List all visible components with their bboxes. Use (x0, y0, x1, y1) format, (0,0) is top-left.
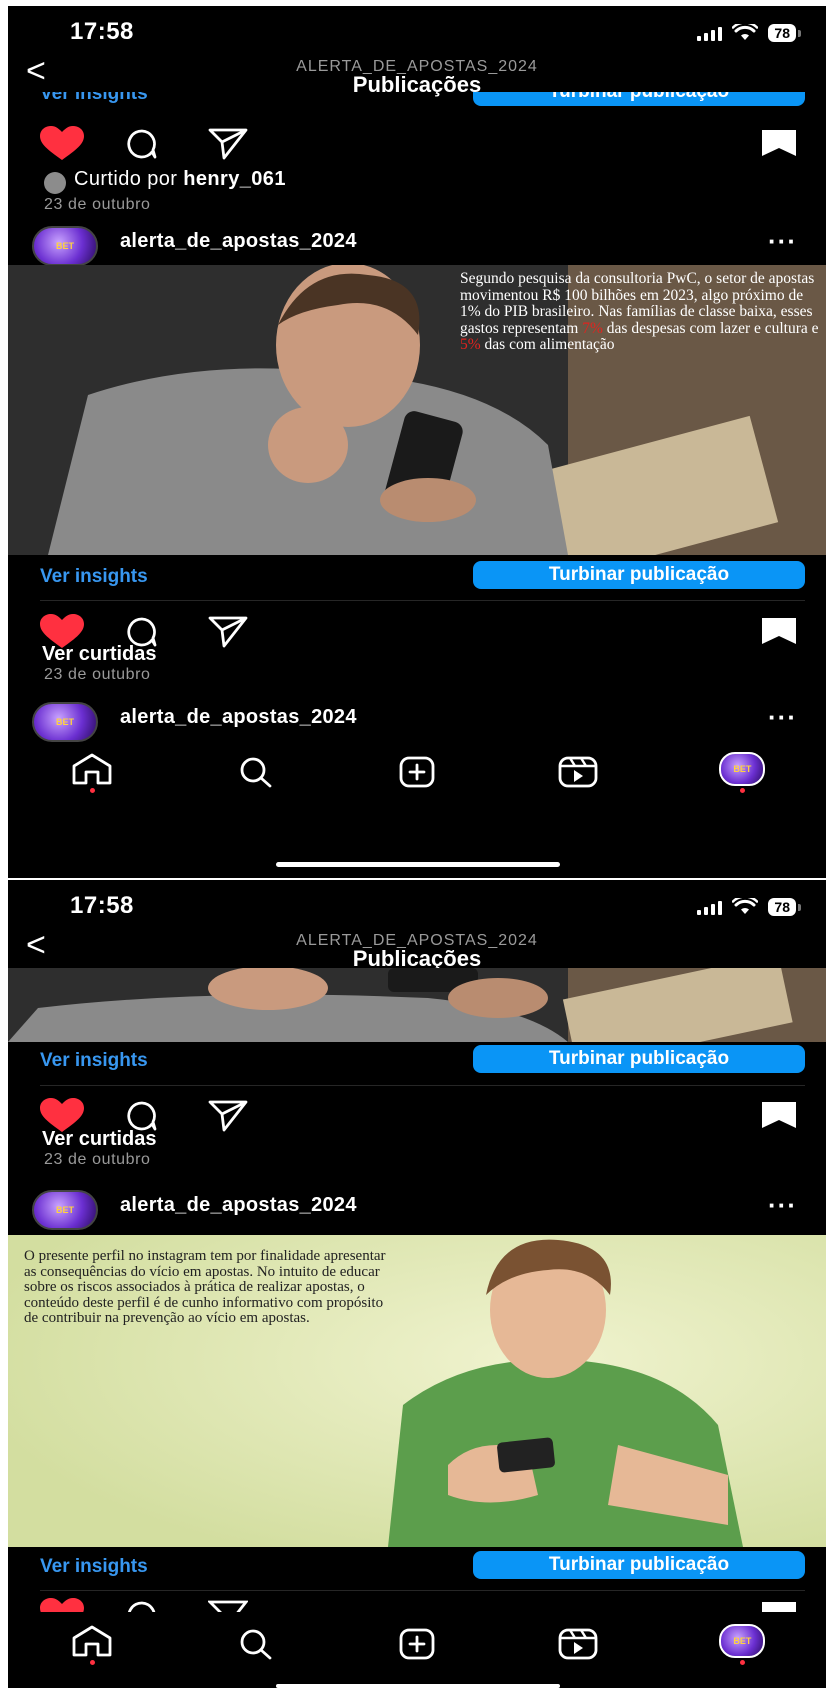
post-photo-illustration (8, 968, 826, 1042)
post-image[interactable]: O presente perfil no instagram tem por f… (8, 1235, 826, 1547)
post-username[interactable]: alerta_de_apostas_2024 (120, 1194, 357, 1217)
bookmark-icon[interactable] (760, 616, 798, 646)
send-icon[interactable] (208, 126, 248, 162)
divider (40, 1590, 805, 1591)
reels-icon[interactable] (556, 755, 600, 789)
comment-icon[interactable] (126, 128, 158, 160)
post-avatar[interactable]: BET (32, 226, 98, 266)
status-time: 17:58 (70, 892, 134, 919)
send-icon[interactable] (208, 1598, 248, 1612)
battery-indicator: 78 (768, 898, 801, 916)
boost-button[interactable]: Turbinar publicação (473, 1551, 805, 1579)
signal-icon (697, 899, 723, 915)
home-indicator (276, 862, 560, 867)
overlay-red-1: 7% (582, 319, 603, 337)
overlay-text-part3: das com alimentação (480, 336, 615, 353)
overlay-red-2: 5% (460, 336, 481, 353)
liked-by-text: Curtido por henry_061 (74, 168, 286, 191)
partial-action-row (8, 1598, 826, 1612)
create-icon[interactable] (395, 1627, 439, 1661)
post-avatar[interactable]: BET (32, 702, 98, 742)
profile-avatar: BET (719, 752, 766, 786)
bookmark-icon[interactable] (760, 1100, 798, 1130)
insights-link[interactable]: Ver insights (40, 1050, 148, 1072)
notification-dot (740, 1660, 746, 1665)
notification-dot (89, 788, 95, 793)
wifi-icon (732, 898, 759, 914)
post-overlay-text: O presente perfil no instagram tem por f… (24, 1248, 386, 1326)
home-indicator (276, 1684, 560, 1688)
send-icon[interactable] (208, 1098, 248, 1134)
post-image[interactable]: Segundo pesquisa da consultoria PwC, o s… (8, 265, 826, 555)
notification-dot (740, 788, 746, 793)
insights-link[interactable]: Ver insights (40, 1556, 148, 1578)
view-likes-link[interactable]: Ver curtidas (42, 1128, 157, 1151)
send-icon[interactable] (208, 614, 248, 650)
post-image-partial[interactable] (8, 968, 826, 1042)
post-overlay-text: Segundo pesquisa da consultoria PwC, o s… (460, 270, 822, 354)
post-date: 23 de outubro (44, 1151, 151, 1168)
view-likes-link[interactable]: Ver curtidas (42, 643, 157, 666)
more-icon[interactable]: ··· (768, 1190, 797, 1221)
status-icons: 78 (697, 24, 801, 42)
post-username[interactable]: alerta_de_apostas_2024 (120, 706, 357, 729)
search-icon[interactable] (234, 755, 278, 789)
post-username[interactable]: alerta_de_apostas_2024 (120, 230, 357, 253)
scrolled-action-row: Ver insights Turbinar publicação (8, 92, 826, 108)
divider (40, 1085, 805, 1086)
heart-icon[interactable] (38, 126, 86, 162)
insights-link[interactable]: Ver insights (40, 566, 148, 588)
post-avatar[interactable]: BET (32, 1190, 98, 1230)
more-icon[interactable]: ··· (768, 226, 797, 257)
tab-bar: BET (8, 748, 826, 796)
boost-button[interactable]: Turbinar publicação (473, 561, 805, 589)
post-date: 23 de outubro (44, 196, 151, 213)
bookmark-icon[interactable] (760, 128, 798, 158)
tab-home[interactable] (67, 1624, 117, 1665)
profile-avatar: BET (719, 1624, 766, 1658)
comment-icon[interactable] (126, 1600, 158, 1612)
liked-by-user[interactable]: henry_061 (183, 168, 286, 190)
more-icon[interactable]: ··· (768, 702, 797, 733)
overlay-text-part2: das despesas com lazer e cultura e (602, 319, 819, 337)
screen-2: 17:58 78 < ALERTA_DE_APOSTAS_2024 Public… (8, 880, 826, 1688)
wifi-icon (732, 24, 759, 40)
tab-profile[interactable]: BET (717, 1624, 767, 1665)
tab-profile[interactable]: BET (717, 752, 767, 793)
liked-by-prefix: Curtido por (74, 168, 184, 190)
boost-button[interactable]: Turbinar publicação (473, 1045, 805, 1073)
notification-dot (89, 1660, 95, 1665)
battery-indicator: 78 (768, 24, 801, 42)
reels-icon[interactable] (556, 1627, 600, 1661)
boost-button[interactable]: Turbinar publicação (473, 92, 805, 106)
heart-icon[interactable] (38, 1598, 86, 1612)
insights-link[interactable]: Ver insights (40, 92, 148, 105)
tab-home[interactable] (67, 752, 117, 793)
signal-icon (697, 25, 723, 41)
divider (40, 600, 805, 601)
screen-1: 17:58 78 < ALERTA_DE_APOSTAS_2024 Public… (8, 6, 826, 878)
bookmark-icon[interactable] (760, 1600, 798, 1612)
status-icons: 78 (697, 898, 801, 916)
home-icon (72, 753, 111, 785)
home-icon (72, 1625, 111, 1657)
post-date: 23 de outubro (44, 666, 151, 683)
liker-avatar (44, 172, 66, 194)
status-time: 17:58 (70, 18, 134, 45)
search-icon[interactable] (234, 1627, 278, 1661)
tab-bar: BET (8, 1620, 826, 1668)
create-icon[interactable] (395, 755, 439, 789)
